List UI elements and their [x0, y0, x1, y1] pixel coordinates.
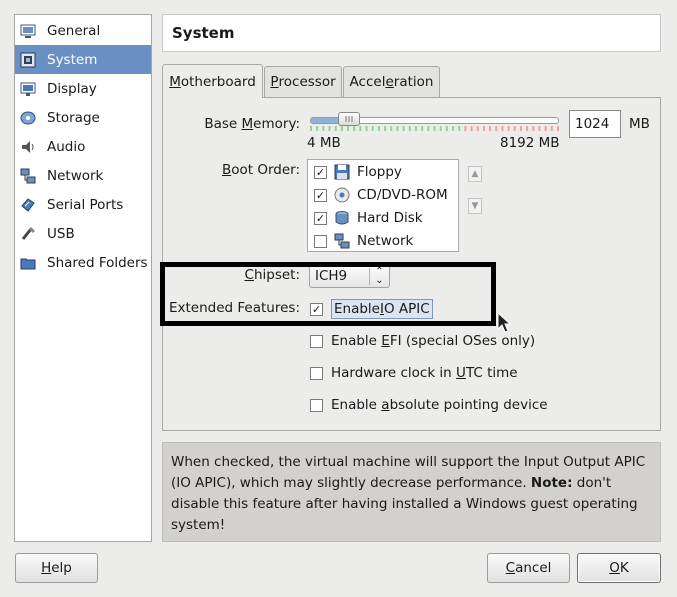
efi-label: Enable EFI (special OSes only) [331, 333, 536, 349]
tab-label: ration [393, 74, 434, 90]
base-memory-value: 1024 [575, 116, 610, 132]
sidebar-item-usb[interactable]: USB [15, 219, 151, 248]
cancel-button[interactable]: Cancel [487, 553, 570, 583]
mouse-cursor-icon [497, 312, 512, 333]
shared-folders-icon [19, 254, 37, 272]
absolute-pointing-checkbox[interactable] [310, 398, 323, 412]
list-item[interactable]: ✓ Floppy [314, 161, 402, 183]
cancel-label: ancel [515, 560, 552, 576]
settings-sidebar: General System Display Storage Audio Net… [14, 14, 152, 542]
efi-checkbox[interactable] [310, 334, 323, 348]
cancel-mnemonic: C [505, 560, 516, 576]
usb-icon [19, 225, 37, 243]
floppy-icon [334, 164, 350, 180]
ok-button[interactable]: OK [577, 553, 661, 583]
sidebar-item-display[interactable]: Display [15, 74, 151, 103]
boot-item-label: CD/DVD-ROM [357, 187, 448, 203]
sidebar-item-label: System [47, 51, 98, 68]
utc-clock-option[interactable]: Hardware clock in UTC time [310, 364, 518, 382]
sidebar-item-label: Shared Folders [47, 254, 148, 271]
tab-mnemonic: M [169, 73, 181, 90]
page-title-text: System [172, 24, 235, 42]
base-memory-slider-scale [310, 126, 559, 131]
sidebar-item-system[interactable]: System [15, 45, 151, 74]
arrow-down-icon: ▼ [471, 201, 479, 211]
serial-ports-icon [19, 196, 37, 214]
sidebar-item-network[interactable]: Network [15, 161, 151, 190]
arrow-up-icon: ▲ [471, 169, 479, 179]
tab-mnemonic: e [385, 74, 394, 90]
boot-item-label: Floppy [357, 164, 402, 180]
sidebar-item-label: USB [47, 225, 75, 242]
absolute-pointing-option[interactable]: Enable absolute pointing device [310, 396, 548, 414]
base-memory-min-label: 4 MB [307, 135, 341, 151]
help-mnemonic: H [41, 560, 52, 576]
base-memory-input[interactable]: 1024 [569, 110, 621, 138]
sidebar-item-label: Storage [47, 109, 100, 126]
base-memory-unit: MB [629, 116, 650, 132]
description-note: Note: [530, 475, 573, 491]
ok-label: K [619, 560, 629, 576]
display-icon [19, 80, 37, 98]
sidebar-item-storage[interactable]: Storage [15, 103, 151, 132]
boot-hard-disk-checkbox[interactable]: ✓ [314, 211, 327, 225]
boot-move-up-button[interactable]: ▲ [468, 166, 482, 182]
page-title: System [162, 14, 661, 52]
sidebar-item-label: General [47, 22, 101, 39]
tab-motherboard[interactable]: Motherboard [162, 64, 263, 98]
tab-label: Accel [349, 74, 386, 90]
sidebar-item-label: Serial Ports [47, 196, 124, 213]
cd-dvd-icon [334, 187, 350, 203]
general-icon [19, 22, 37, 40]
system-icon [19, 51, 37, 69]
tab-processor[interactable]: Processor [264, 66, 342, 97]
list-item[interactable]: Network [314, 230, 413, 252]
boot-item-label: Hard Disk [357, 210, 423, 226]
utc-clock-checkbox[interactable] [310, 366, 323, 380]
efi-option[interactable]: Enable EFI (special OSes only) [310, 332, 535, 350]
boot-cd-dvd-checkbox[interactable]: ✓ [314, 188, 327, 202]
boot-floppy-checkbox[interactable]: ✓ [314, 165, 327, 179]
utc-clock-label: Hardware clock in UTC time [331, 365, 518, 381]
absolute-pointing-label: Enable absolute pointing device [331, 397, 548, 413]
ok-mnemonic: O [609, 560, 620, 576]
help-label: elp [51, 560, 72, 576]
list-item[interactable]: ✓ CD/DVD-ROM [314, 184, 448, 206]
base-memory-slider-thumb[interactable] [338, 112, 360, 126]
sidebar-item-label: Network [47, 167, 104, 184]
network-boot-icon [334, 233, 350, 249]
tab-acceleration[interactable]: Accel e ration [343, 66, 440, 97]
base-memory-max-label: 8192 MB [500, 135, 560, 151]
sidebar-item-general[interactable]: General [15, 16, 151, 45]
boot-network-checkbox[interactable] [314, 234, 327, 248]
list-item[interactable]: ✓ Hard Disk [314, 207, 423, 229]
sidebar-item-serial-ports[interactable]: Serial Ports [15, 190, 151, 219]
sidebar-item-label: Audio [47, 138, 86, 155]
help-button[interactable]: Help [15, 553, 98, 583]
boot-order-list[interactable]: ✓ Floppy ✓ CD/DVD-ROM ✓ Hard Disk Networ… [307, 159, 459, 252]
boot-move-down-button[interactable]: ▼ [468, 198, 482, 214]
hard-disk-icon [334, 210, 350, 226]
sidebar-item-audio[interactable]: Audio [15, 132, 151, 161]
description-panel: When checked, the virtual machine will s… [162, 442, 661, 542]
audio-icon [19, 138, 37, 156]
sidebar-item-shared-folders[interactable]: Shared Folders [15, 248, 151, 277]
sidebar-item-label: Display [47, 80, 97, 97]
highlight-box [160, 262, 496, 326]
storage-icon [19, 109, 37, 127]
boot-item-label: Network [357, 233, 414, 249]
tab-label: otherboard [180, 73, 256, 90]
boot-order-label: Boot Order: [221, 162, 300, 178]
tab-label: rocessor [278, 74, 336, 90]
network-icon [19, 167, 37, 185]
tab-mnemonic: P [270, 74, 279, 90]
base-memory-label: Base Memory: [204, 116, 300, 132]
